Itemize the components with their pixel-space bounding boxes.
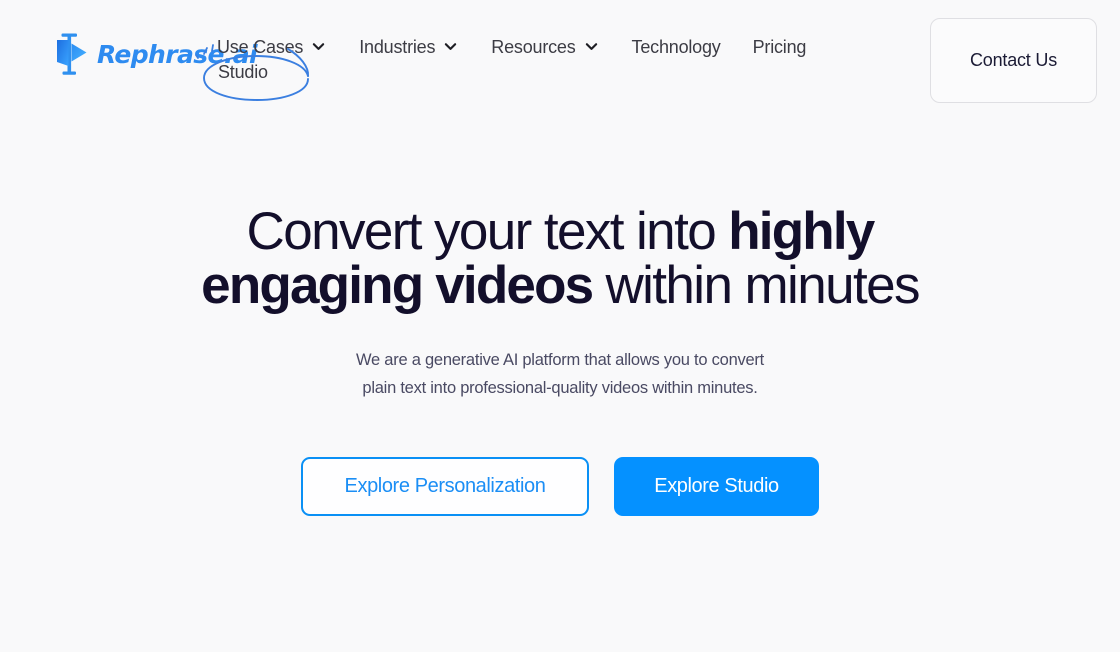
- hero-section: Convert your text into highly engaging v…: [0, 205, 1120, 402]
- cta-button-row: Explore Personalization Explore Studio: [0, 457, 1120, 516]
- main-navigation: Use Cases Industries Resources Technolog…: [217, 34, 838, 60]
- nav-item-label: Pricing: [752, 37, 807, 57]
- site-header: Rephrase.ai Use Cases Industries Resourc…: [0, 0, 1120, 120]
- nav-item-label: Resources: [491, 37, 576, 57]
- contact-us-button[interactable]: Contact Us: [930, 18, 1097, 103]
- headline-part-bold: highly: [728, 202, 875, 261]
- nav-item-resources[interactable]: Resources: [491, 34, 597, 60]
- nav-item-label: Use Cases: [217, 37, 304, 57]
- headline-line-1: Convert your text into highly: [0, 205, 1120, 259]
- headline-part-light: within minutes: [592, 256, 920, 315]
- flag-icon: [55, 31, 93, 77]
- explore-studio-button[interactable]: Explore Studio: [614, 457, 819, 516]
- subtitle-line-2: plain text into professional-quality vid…: [362, 379, 758, 397]
- page-root: Rephrase.ai Use Cases Industries Resourc…: [0, 0, 1120, 652]
- headline-line-2: engaging videos within minutes: [0, 259, 1120, 313]
- nav-item-pricing[interactable]: Pricing: [753, 34, 807, 60]
- nav-item-technology[interactable]: Technology: [632, 34, 721, 60]
- headline-part-light: Convert your text into: [246, 202, 729, 261]
- chevron-down-icon[interactable]: [444, 40, 457, 53]
- page-title: Convert your text into highly engaging v…: [0, 205, 1120, 313]
- chevron-down-icon[interactable]: [585, 40, 598, 53]
- hero-subtitle: We are a generative AI platform that all…: [0, 313, 1120, 402]
- headline-part-bold: engaging videos: [201, 256, 594, 315]
- nav-item-industries[interactable]: Industries: [359, 34, 457, 60]
- nav-item-label: Industries: [359, 37, 436, 57]
- nav-item-use-cases[interactable]: Use Cases: [217, 34, 325, 60]
- explore-personalization-button[interactable]: Explore Personalization: [301, 457, 589, 516]
- subtitle-line-1: We are a generative AI platform that all…: [356, 351, 764, 369]
- nav-item-label: Technology: [631, 37, 721, 57]
- chevron-down-icon[interactable]: [312, 40, 325, 53]
